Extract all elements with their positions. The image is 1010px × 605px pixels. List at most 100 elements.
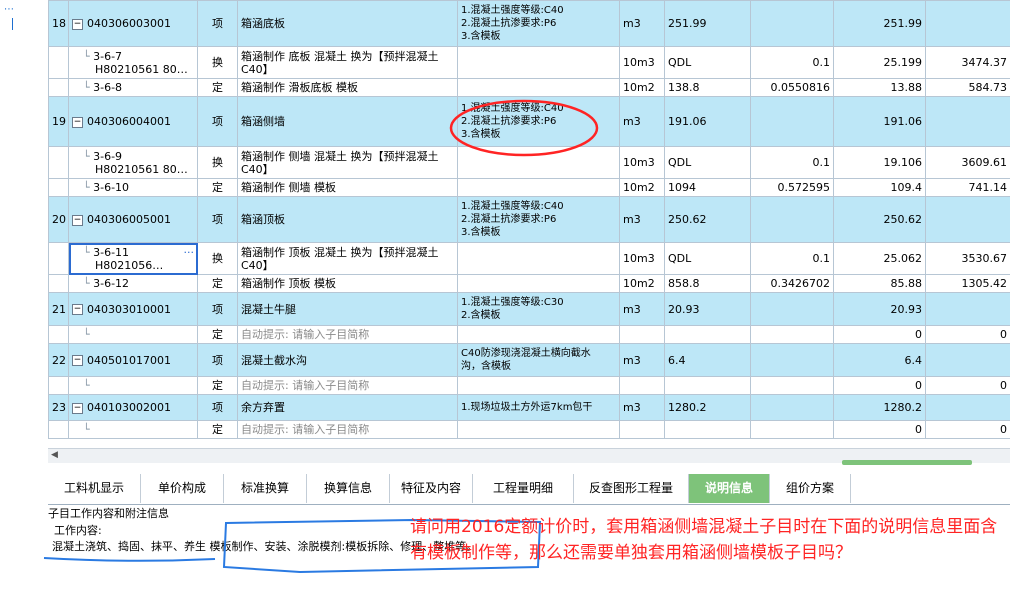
total-quantity: 1280.2 <box>883 401 923 414</box>
item-name: 箱涵侧墙 <box>241 115 285 128</box>
name-cell[interactable]: 自动提示: 请输入子目简称 <box>237 325 458 344</box>
quota-sub-row[interactable]: └ 定 自动提示: 请输入子目简称 0 0 <box>48 376 1010 395</box>
collapse-toggle-icon[interactable]: − <box>72 402 83 414</box>
bill-item-row[interactable]: 22−040501017001 项 混凝土截水沟 C40防渗现浇混凝土横向截水 沟，含模… <box>48 343 1010 377</box>
unit-cell: 10m2 <box>619 78 665 97</box>
collapse-toggle-icon[interactable]: − <box>72 214 83 226</box>
collapse-toggle-icon[interactable]: − <box>72 116 83 128</box>
code-cell[interactable]: └ 3-6-12 <box>68 274 198 293</box>
bill-item-row[interactable]: 21−040303010001 项 混凝土牛腿 1.混凝土强度等级:C30 2.含模板 m… <box>48 292 1010 326</box>
scrollbar-thumb[interactable] <box>842 460 972 465</box>
bill-item-row[interactable]: 20−040306005001 项 箱涵顶板 1.混凝土强度等级:C40 2.混凝土抗渗… <box>48 196 1010 243</box>
tab-6[interactable]: 反查图形工程量 <box>574 474 689 503</box>
tab-5[interactable]: 工程量明细 <box>473 474 574 503</box>
more-options-icon[interactable]: ··· <box>184 246 195 259</box>
name-cell[interactable]: 箱涵制作 侧墙 模板 <box>237 178 458 197</box>
coefficient: 0.1 <box>812 252 831 265</box>
total-quantity-cell: 20.93 <box>833 292 926 326</box>
code-cell[interactable]: └ <box>68 376 198 395</box>
name-cell[interactable]: 自动提示: 请输入子目简称 <box>237 376 458 395</box>
name-cell[interactable]: 箱涵制作 侧墙 混凝土 换为【预拌混凝土 C40】 <box>237 146 458 179</box>
quantity-cell[interactable] <box>664 325 751 344</box>
quota-sub-row[interactable]: └ 3-6-9 H80210561 80… 换 箱涵制作 侧墙 混凝土 换为【预拌混凝… <box>48 146 1010 179</box>
auto-hint-text: 自动提示: 请输入子目简称 <box>241 423 370 436</box>
quota-sub-row[interactable]: └ 3-6-7 H80210561 80… 换 箱涵制作 底板 混凝土 换为【预拌混凝… <box>48 46 1010 79</box>
quantity-cell[interactable]: 138.8 <box>664 78 751 97</box>
name-cell[interactable]: 箱涵制作 顶板 模板 <box>237 274 458 293</box>
type-label: 项 <box>212 401 223 414</box>
code-cell[interactable]: └ <box>68 420 198 439</box>
tab-3[interactable]: 换算信息 <box>307 474 390 503</box>
unit-price: 0 <box>1000 423 1007 436</box>
type-cell: 换 <box>197 46 238 79</box>
unit-price-cell: 1305.42 <box>925 274 1010 293</box>
quantity-cell[interactable]: 858.8 <box>664 274 751 293</box>
code-cell[interactable]: ··· └ 3-6-11 H8021056… <box>68 242 198 275</box>
tab-1[interactable]: 单价构成 <box>141 474 224 503</box>
quantity-cell[interactable] <box>664 376 751 395</box>
total-quantity: 0 <box>915 328 922 341</box>
tab-4[interactable]: 特征及内容 <box>390 474 473 503</box>
bill-item-row[interactable]: 23−040103002001 项 余方弃置 1.现场垃圾土方外运7km包干 m3 128… <box>48 394 1010 421</box>
quantity-cell[interactable]: QDL <box>664 146 751 179</box>
quantity-cell[interactable]: 20.93 <box>664 292 751 326</box>
quantity-cell[interactable]: 250.62 <box>664 196 751 243</box>
collapse-toggle-icon[interactable]: − <box>72 355 83 366</box>
quantity-cell[interactable] <box>664 420 751 439</box>
code-cell[interactable]: −040303010001 <box>68 292 198 326</box>
code-cell[interactable]: −040306004001 <box>68 96 198 147</box>
code-cell[interactable]: −040103002001 <box>68 394 198 421</box>
collapse-toggle-icon[interactable]: − <box>72 18 83 30</box>
bill-item-row[interactable]: 18−040306003001 项 箱涵底板 1.混凝土强度等级:C40 2.混凝土抗渗… <box>48 0 1010 47</box>
code-cell[interactable]: −040306003001 <box>68 0 198 47</box>
name-cell[interactable]: 自动提示: 请输入子目简称 <box>237 420 458 439</box>
code-cell[interactable]: └ 3-6-9 H80210561 80… <box>68 146 198 179</box>
quota-sub-row[interactable]: └ 定 自动提示: 请输入子目简称 0 0 <box>48 420 1010 439</box>
unit: m3 <box>623 17 641 30</box>
name-cell[interactable]: 混凝土截水沟 <box>237 343 458 377</box>
code-cell[interactable]: └ 3-6-10 <box>68 178 198 197</box>
collapse-toggle-icon[interactable]: − <box>72 304 83 315</box>
quantity-cell[interactable]: QDL <box>664 46 751 79</box>
quota-sub-row[interactable]: └ 定 自动提示: 请输入子目简称 0 0 <box>48 325 1010 344</box>
quota-sub-row[interactable]: ··· └ 3-6-11 H8021056… 换 箱涵制作 顶板 混凝土 换为【预拌混凝… <box>48 242 1010 275</box>
scroll-left-arrow-icon[interactable]: ◀ <box>51 450 58 460</box>
name-cell[interactable]: 箱涵制作 顶板 混凝土 换为【预拌混凝土 C40】 <box>237 242 458 275</box>
code-cell[interactable]: −040501017001 <box>68 343 198 377</box>
row-number-cell: 18 <box>48 0 69 47</box>
code-cell[interactable]: └ 3-6-8 <box>68 78 198 97</box>
horizontal-scrollbar[interactable]: ◀ <box>48 448 1010 465</box>
tab-7[interactable]: 说明信息 <box>689 474 770 503</box>
quota-sub-row[interactable]: └ 3-6-12 定 箱涵制作 顶板 模板 10m2 858.8 0.3426702 85.… <box>48 274 1010 293</box>
name-cell[interactable]: 箱涵侧墙 <box>237 96 458 147</box>
tab-0[interactable]: 工料机显示 <box>48 474 141 503</box>
name-cell[interactable]: 余方弃置 <box>237 394 458 421</box>
quantity-cell[interactable]: QDL <box>664 242 751 275</box>
name-cell[interactable]: 箱涵制作 底板 混凝土 换为【预拌混凝土 C40】 <box>237 46 458 79</box>
quantity-cell[interactable]: 251.99 <box>664 0 751 47</box>
coefficient-cell <box>750 420 834 439</box>
quota-sub-row[interactable]: └ 3-6-10 定 箱涵制作 侧墙 模板 10m2 1094 0.572595 109.4… <box>48 178 1010 197</box>
quantity-cell[interactable]: 1280.2 <box>664 394 751 421</box>
tab-8[interactable]: 组价方案 <box>770 474 851 503</box>
code-cell[interactable]: └ <box>68 325 198 344</box>
quantity-cell[interactable]: 1094 <box>664 178 751 197</box>
unit-price-cell: 3530.67 <box>925 242 1010 275</box>
code-cell[interactable]: └ 3-6-7 H80210561 80… <box>68 46 198 79</box>
unit: m3 <box>623 213 641 226</box>
name-cell[interactable]: 箱涵底板 <box>237 0 458 47</box>
tab-2[interactable]: 标准换算 <box>224 474 307 503</box>
unit-price-cell <box>925 0 1010 47</box>
name-cell[interactable]: 混凝土牛腿 <box>237 292 458 326</box>
feature-desc-cell <box>457 46 620 79</box>
item-name: 箱涵制作 顶板 混凝土 换为【预拌混凝土 C40】 <box>241 245 439 272</box>
code-cell[interactable]: −040306005001 <box>68 196 198 243</box>
quantity-cell[interactable]: 191.06 <box>664 96 751 147</box>
name-cell[interactable]: 箱涵制作 滑板底板 模板 <box>237 78 458 97</box>
item-name: 混凝土截水沟 <box>241 353 307 367</box>
quota-sub-row[interactable]: └ 3-6-8 定 箱涵制作 滑板底板 模板 10m2 138.8 0.0550816 13… <box>48 78 1010 97</box>
name-cell[interactable]: 箱涵顶板 <box>237 196 458 243</box>
unit-cell: 10m3 <box>619 146 665 179</box>
bill-item-row[interactable]: 19−040306004001 项 箱涵侧墙 1.混凝土强度等级:C40 2.混凝土抗渗… <box>48 96 1010 147</box>
quantity-cell[interactable]: 6.4 <box>664 343 751 377</box>
